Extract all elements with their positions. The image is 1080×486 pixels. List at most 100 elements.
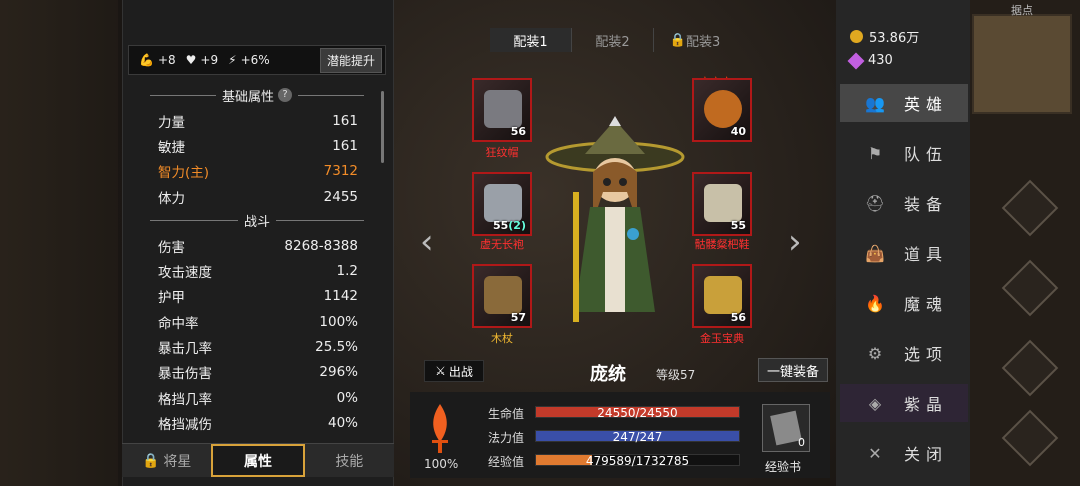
- health-value: +9: [200, 53, 219, 67]
- next-hero-arrow-icon[interactable]: ›: [788, 222, 802, 262]
- robe-icon: [484, 184, 522, 222]
- xp-book-count: 0: [798, 436, 805, 449]
- muscle-icon: 💪: [139, 53, 154, 67]
- hat-slot[interactable]: 56: [472, 78, 532, 142]
- hero-level: 等级57: [656, 368, 696, 382]
- menu-soul[interactable]: 🔥 魔魂: [840, 284, 968, 322]
- bag-icon: 👜: [865, 243, 885, 263]
- stats-scrollbar[interactable]: [381, 91, 384, 163]
- menu-amethyst[interactable]: ◈ 紫晶: [840, 384, 968, 422]
- user-icon: 👥: [865, 93, 885, 113]
- menu-options[interactable]: ⚙ 选项: [840, 334, 968, 372]
- robe-name: 虚无长袍: [480, 238, 524, 251]
- prev-hero-arrow-icon[interactable]: ‹: [420, 222, 434, 262]
- list-icon[interactable]: [1001, 409, 1059, 467]
- crystal-icon: ◈: [868, 393, 882, 413]
- amulet-slot[interactable]: 40: [692, 78, 752, 142]
- gem-icon: [847, 52, 865, 69]
- book-name: 金玉宝典: [700, 332, 744, 345]
- tab-attributes[interactable]: 属性: [211, 444, 305, 477]
- menu-close[interactable]: ✕ 关闭: [840, 434, 968, 472]
- rage-flame-icon: [432, 404, 448, 453]
- panel-tabs: 🔒 将星 属性 技能: [122, 443, 394, 477]
- stat-row: 格挡减伤 40%: [158, 414, 358, 433]
- shoes-name: 骷髅粲杷鞋: [694, 238, 750, 251]
- xp-bar: 479589/1732785: [535, 454, 740, 468]
- strength-value: +8: [157, 53, 176, 67]
- hat-name: 狂纹帽: [485, 146, 519, 159]
- stat-row: 力量 161: [158, 112, 358, 131]
- tab-loadout-1[interactable]: 配装1: [490, 28, 572, 52]
- help-icon[interactable]: ?: [278, 88, 293, 102]
- flag-icon: ⚑: [867, 143, 883, 163]
- combat-heading: 战斗: [144, 209, 370, 231]
- tab-general[interactable]: 🔒 将星: [122, 444, 211, 477]
- staff-icon: [484, 276, 522, 314]
- hero-portrait: [545, 116, 685, 322]
- shoes-slot[interactable]: 55: [692, 172, 752, 236]
- mp-label: 法力值: [488, 431, 525, 445]
- shoes-icon: [704, 184, 742, 222]
- health-boost: ♥ +9: [186, 53, 218, 67]
- stat-row: 体力 2455: [158, 188, 358, 207]
- heart-icon: ♥: [185, 53, 197, 67]
- xp-label: 经验值: [488, 455, 525, 469]
- xp-book-button[interactable]: 0: [762, 404, 810, 452]
- stat-row: 伤害 8268-8388: [158, 237, 358, 256]
- gold-display: 53.86万: [850, 27, 919, 46]
- potential-upgrade-button[interactable]: 潜能提升: [319, 47, 382, 73]
- stat-row: 格挡几率 0%: [158, 389, 358, 408]
- xp-book-label: 经验书: [765, 460, 802, 474]
- coin-icon: [850, 30, 863, 43]
- gem-display: 430: [847, 52, 893, 69]
- lightning-icon: ⚡: [228, 53, 237, 67]
- stat-row: 命中率 100%: [158, 313, 358, 332]
- hero-name: 庞统: [590, 364, 626, 385]
- flame-icon: 🔥: [865, 293, 885, 313]
- deploy-button[interactable]: ⚔ 出战: [424, 360, 484, 382]
- stat-row: 暴击几率 25.5%: [158, 339, 358, 358]
- xp-text: 479589/1732785: [585, 454, 690, 468]
- hat-icon: [484, 90, 522, 128]
- scroll-icon[interactable]: [1001, 179, 1059, 237]
- speed-boost: ⚡ +6%: [228, 53, 270, 67]
- staff-name: 木杖: [491, 332, 513, 345]
- stat-row: 护甲 1142: [158, 288, 358, 307]
- mp-text: 247/247: [612, 430, 663, 444]
- potion-icon[interactable]: [1001, 339, 1059, 397]
- staff-slot[interactable]: 57: [472, 264, 532, 328]
- basic-attributes-heading: 基础属性?: [144, 84, 370, 106]
- stat-row-primary: 智力(主) 7312: [158, 163, 358, 182]
- stat-row: 攻击速度 1.2: [158, 263, 358, 282]
- hp-bar: 24550/24550: [535, 406, 740, 420]
- stat-row: 暴击伤害 296%: [158, 364, 358, 383]
- hp-text: 24550/24550: [597, 406, 678, 420]
- tab-loadout-3[interactable]: 🔒 配装3: [654, 28, 736, 52]
- minimap-title: 据点: [1011, 4, 1033, 17]
- basic-title: 基础属性: [222, 89, 275, 105]
- potential-boosts: 💪 +8 ♥ +9 ⚡ +6% 潜能提升: [128, 45, 386, 75]
- book-slot[interactable]: 56: [692, 264, 752, 328]
- team-icon[interactable]: [1001, 259, 1059, 317]
- stats-list[interactable]: 基础属性? 力量 161 敏捷 161 智力(主) 7312 体力 2455 战斗 伤害…: [132, 84, 372, 434]
- speed-value: +6%: [240, 53, 270, 67]
- auto-equip-button[interactable]: 一键装备: [758, 358, 828, 382]
- tab-loadout-2[interactable]: 配装2: [572, 28, 654, 52]
- amulet-icon: [704, 90, 742, 128]
- rage-percent: 100%: [424, 457, 459, 471]
- menu-equipment[interactable]: ⛑ 装备: [840, 184, 968, 222]
- lock-icon: 🔒: [669, 32, 686, 48]
- right-game-view: 据点: [970, 0, 1080, 486]
- lock-icon: 🔒: [141, 452, 160, 469]
- menu-hero[interactable]: 👥 英雄: [840, 84, 968, 122]
- gear-icon: ⚙: [867, 343, 883, 363]
- stat-row: 敏捷 161: [158, 137, 358, 156]
- mp-bar: 247/247: [535, 430, 740, 444]
- menu-items[interactable]: 👜 道具: [840, 234, 968, 272]
- robe-slot[interactable]: 55(2): [472, 172, 532, 236]
- crossed-swords-icon: ⚔: [435, 364, 446, 378]
- menu-team[interactable]: ⚑ 队伍: [840, 134, 968, 172]
- tab-skills[interactable]: 技能: [305, 444, 394, 477]
- minimap[interactable]: 据点: [972, 4, 1072, 114]
- hp-label: 生命值: [488, 407, 525, 421]
